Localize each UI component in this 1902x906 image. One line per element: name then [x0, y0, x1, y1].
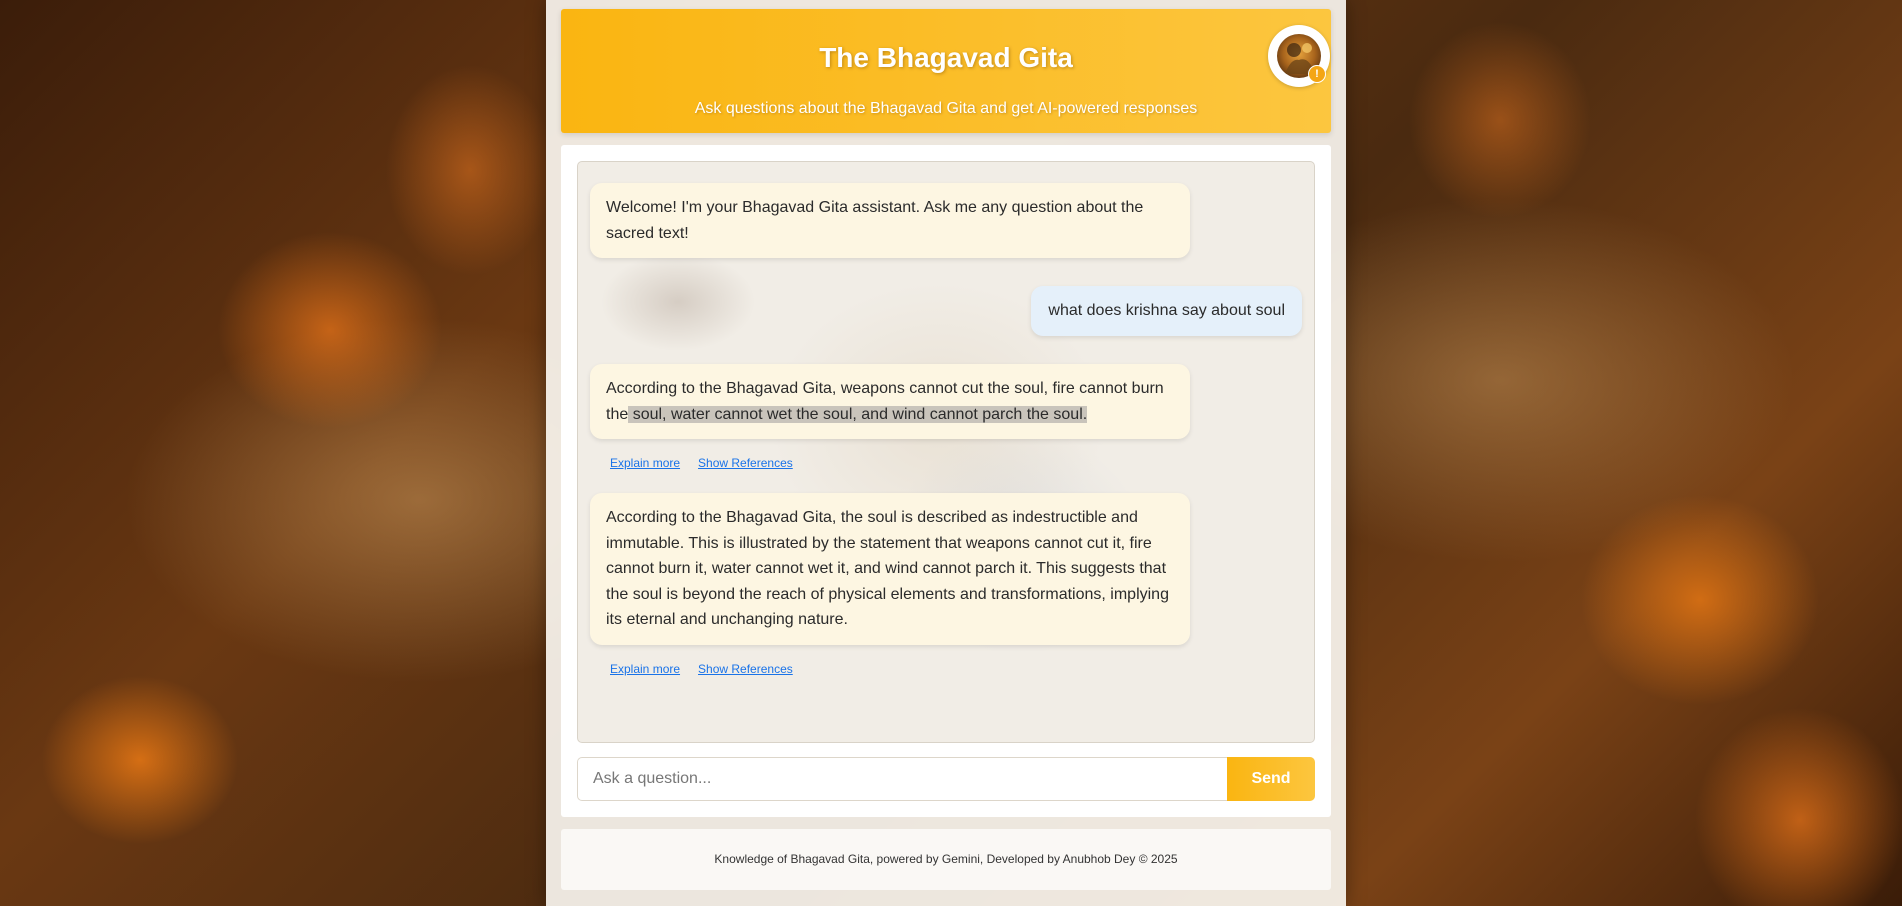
- chat-card: Welcome! I'm your Bhagavad Gita assistan…: [561, 145, 1331, 817]
- bot-message: According to the Bhagavad Gita, the soul…: [590, 493, 1190, 645]
- selected-text[interactable]: soul, water cannot wet the soul, and win…: [628, 405, 1088, 423]
- message-text: what does krishna say about soul: [1048, 302, 1285, 319]
- user-message: what does krishna say about soul: [1031, 286, 1302, 336]
- message-actions: Explain more Show References: [610, 662, 811, 676]
- send-button[interactable]: Send: [1227, 757, 1315, 801]
- bot-message: According to the Bhagavad Gita, weapons …: [590, 364, 1190, 439]
- avatar[interactable]: !: [1268, 25, 1330, 87]
- message-text: According to the Bhagavad Gita, the soul…: [606, 509, 1169, 628]
- show-references-link[interactable]: Show References: [698, 456, 793, 470]
- question-form: Send: [577, 757, 1315, 801]
- show-references-link[interactable]: Show References: [698, 662, 793, 676]
- message-actions: Explain more Show References: [610, 456, 811, 470]
- footer: Knowledge of Bhagavad Gita, powered by G…: [561, 829, 1331, 890]
- info-badge-icon: !: [1308, 65, 1326, 83]
- explain-more-link[interactable]: Explain more: [610, 456, 680, 470]
- footer-text: Knowledge of Bhagavad Gita, powered by G…: [714, 852, 1178, 866]
- explain-more-link[interactable]: Explain more: [610, 662, 680, 676]
- page-subtitle: Ask questions about the Bhagavad Gita an…: [694, 100, 1198, 117]
- bot-message: Welcome! I'm your Bhagavad Gita assistan…: [590, 183, 1190, 258]
- page-title: The Bhagavad Gita: [819, 42, 1073, 73]
- message-text: Welcome! I'm your Bhagavad Gita assistan…: [606, 199, 1144, 242]
- header: The Bhagavad Gita Ask questions about th…: [561, 9, 1331, 133]
- question-input[interactable]: [577, 757, 1227, 801]
- app-container: The Bhagavad Gita Ask questions about th…: [546, 0, 1346, 906]
- chat-messages[interactable]: Welcome! I'm your Bhagavad Gita assistan…: [577, 161, 1315, 743]
